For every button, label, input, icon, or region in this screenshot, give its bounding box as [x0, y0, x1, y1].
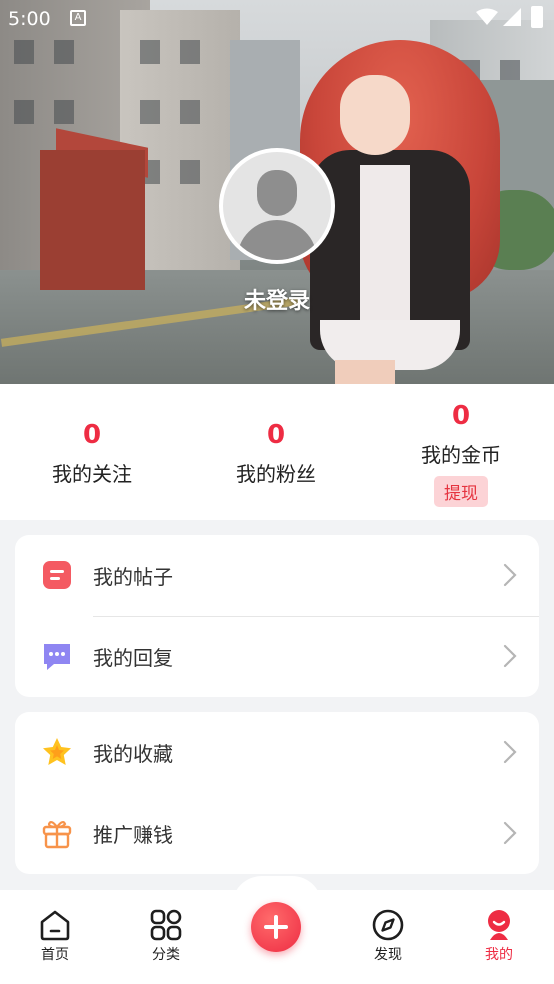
- signal-icon: [503, 8, 521, 26]
- followers-count: 0: [266, 420, 286, 450]
- reply-icon: [44, 644, 70, 670]
- followers-label: 我的粉丝: [236, 462, 316, 486]
- status-bar: 5:00 A: [0, 0, 554, 36]
- withdraw-button[interactable]: 提现: [434, 476, 488, 507]
- home-icon: [40, 910, 70, 941]
- chevron-right-icon: [503, 740, 517, 764]
- battery-icon: [531, 6, 543, 28]
- coins-count: 0: [451, 401, 471, 431]
- stat-following[interactable]: 0 我的关注: [0, 420, 184, 487]
- stats-panel: 0 我的关注 0 我的粉丝 0 我的金币 提现: [0, 384, 554, 520]
- login-status-name[interactable]: 未登录: [177, 283, 377, 315]
- status-time: 5:00: [8, 8, 51, 30]
- notification-a-icon: A: [70, 10, 86, 26]
- grid-icon: [150, 909, 182, 941]
- tab-discover[interactable]: 发现: [348, 908, 428, 964]
- chevron-right-icon: [503, 644, 517, 668]
- gift-icon: [42, 820, 72, 849]
- tab-label: 我的: [485, 947, 513, 963]
- following-count: 0: [82, 420, 102, 450]
- following-label: 我的关注: [52, 462, 132, 486]
- menu-card-posts: 我的帖子 我的回复: [15, 535, 539, 697]
- tab-category[interactable]: 分类: [126, 908, 206, 964]
- menu-item-label: 我的帖子: [93, 565, 173, 589]
- tab-label: 首页: [41, 947, 69, 963]
- default-avatar-icon: [223, 152, 331, 260]
- avatar[interactable]: [219, 148, 335, 264]
- menu-item-label: 推广赚钱: [93, 823, 173, 847]
- coins-label: 我的金币: [421, 443, 501, 467]
- stat-coins[interactable]: 0 我的金币 提现: [369, 401, 553, 507]
- star-icon: [43, 738, 71, 765]
- stat-followers[interactable]: 0 我的粉丝: [184, 420, 368, 487]
- profile-header: 未登录: [0, 0, 554, 384]
- tab-label: 发现: [374, 947, 402, 963]
- menu-item-label: 我的回复: [93, 646, 173, 670]
- tab-label: 分类: [152, 947, 180, 963]
- tab-mine[interactable]: 我的: [459, 908, 539, 964]
- red-shop: [40, 150, 145, 290]
- menu-item-my-posts[interactable]: 我的帖子: [15, 535, 539, 616]
- menu-item-favorites[interactable]: 我的收藏: [15, 712, 539, 793]
- publish-button[interactable]: [251, 902, 301, 952]
- wifi-icon: [476, 8, 498, 25]
- compass-icon: [372, 909, 404, 941]
- menu-item-promote-earn[interactable]: 推广赚钱: [15, 793, 539, 874]
- plus-icon: [264, 915, 288, 939]
- chevron-right-icon: [503, 821, 517, 845]
- chevron-right-icon: [503, 563, 517, 587]
- post-icon: [43, 561, 71, 589]
- menu-card-extras: 我的收藏 推广赚钱: [15, 712, 539, 874]
- menu-item-label: 我的收藏: [93, 742, 173, 766]
- tab-home[interactable]: 首页: [15, 908, 95, 964]
- menu-item-my-replies[interactable]: 我的回复: [15, 616, 539, 697]
- profile-icon: [488, 910, 510, 940]
